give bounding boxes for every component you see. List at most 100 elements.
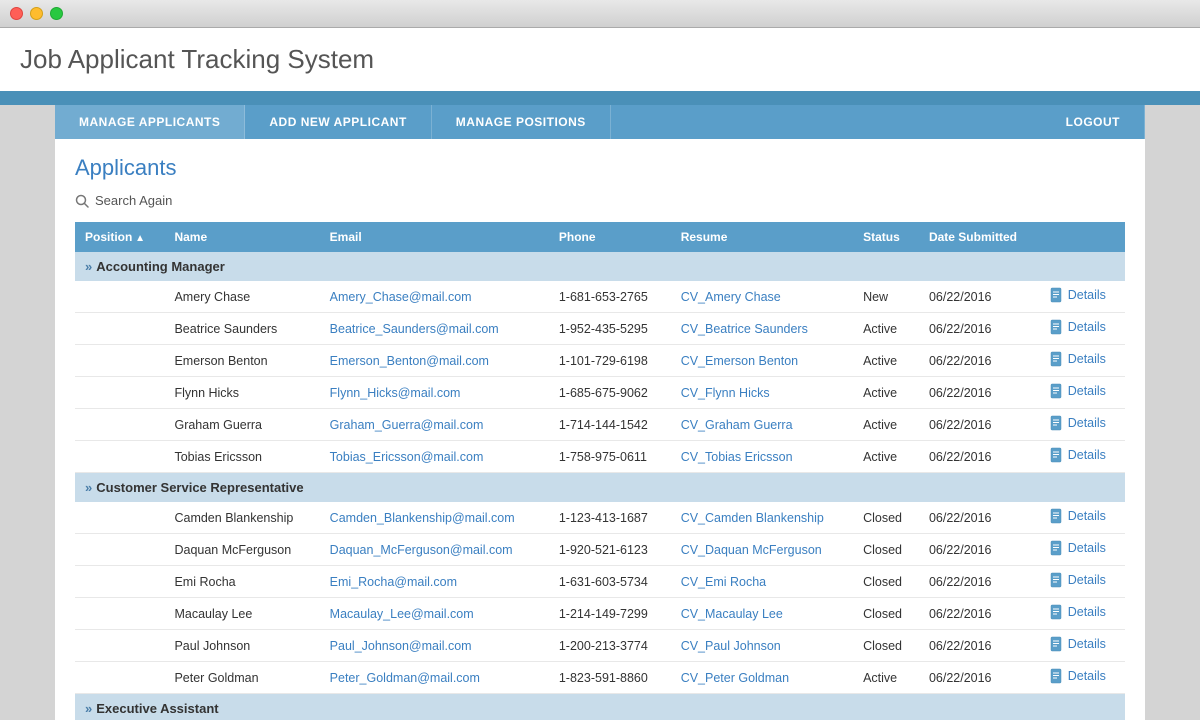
table-row: Peter Goldman Peter_Goldman@mail.com 1-8…	[75, 662, 1125, 694]
cell-name: Peter Goldman	[164, 662, 319, 694]
cell-date: 06/22/2016	[919, 313, 1040, 345]
resume-link[interactable]: CV_Daquan McFerguson	[681, 543, 822, 557]
document-icon	[1050, 287, 1064, 303]
page-content: Applicants Search Again Position Name Em…	[55, 139, 1145, 720]
cell-status: New	[853, 281, 919, 313]
resume-link[interactable]: CV_Beatrice Saunders	[681, 322, 808, 336]
resume-link[interactable]: CV_Emi Rocha	[681, 575, 766, 589]
document-icon	[1050, 604, 1064, 620]
cell-status: Closed	[853, 630, 919, 662]
group-row-executive-assistant[interactable]: »Executive Assistant	[75, 694, 1125, 720]
email-link[interactable]: Flynn_Hicks@mail.com	[330, 386, 461, 400]
cell-position	[75, 409, 164, 441]
resume-link[interactable]: CV_Flynn Hicks	[681, 386, 770, 400]
cell-date: 06/22/2016	[919, 345, 1040, 377]
cell-resume: CV_Tobias Ericsson	[671, 441, 853, 473]
cell-position	[75, 566, 164, 598]
cell-status: Closed	[853, 502, 919, 534]
cell-phone: 1-714-144-1542	[549, 409, 671, 441]
email-link[interactable]: Beatrice_Saunders@mail.com	[330, 322, 499, 336]
nav-manage-applicants[interactable]: MANAGE APPLICANTS	[55, 105, 245, 139]
maximize-button[interactable]	[50, 7, 63, 20]
details-button[interactable]: Details	[1050, 351, 1106, 367]
document-icon	[1050, 415, 1064, 431]
table-row: Camden Blankenship Camden_Blankenship@ma…	[75, 502, 1125, 534]
email-link[interactable]: Macaulay_Lee@mail.com	[330, 607, 474, 621]
resume-link[interactable]: CV_Paul Johnson	[681, 639, 781, 653]
cell-phone: 1-758-975-0611	[549, 441, 671, 473]
cell-resume: CV_Daquan McFerguson	[671, 534, 853, 566]
details-button[interactable]: Details	[1050, 572, 1106, 588]
cell-position	[75, 662, 164, 694]
nav-logout[interactable]: LOGOUT	[1042, 105, 1145, 139]
table-row: Paul Johnson Paul_Johnson@mail.com 1-200…	[75, 630, 1125, 662]
cell-date: 06/22/2016	[919, 281, 1040, 313]
table-row: Flynn Hicks Flynn_Hicks@mail.com 1-685-6…	[75, 377, 1125, 409]
details-button[interactable]: Details	[1050, 415, 1106, 431]
app-title: Job Applicant Tracking System	[20, 44, 1180, 75]
minimize-button[interactable]	[30, 7, 43, 20]
cell-name: Emi Rocha	[164, 566, 319, 598]
details-button[interactable]: Details	[1050, 447, 1106, 463]
cell-phone: 1-681-653-2765	[549, 281, 671, 313]
details-button[interactable]: Details	[1050, 287, 1106, 303]
details-button[interactable]: Details	[1050, 668, 1106, 684]
resume-link[interactable]: CV_Amery Chase	[681, 290, 781, 304]
email-link[interactable]: Emerson_Benton@mail.com	[330, 354, 489, 368]
cell-date: 06/22/2016	[919, 409, 1040, 441]
search-again-link[interactable]: Search Again	[75, 193, 1125, 208]
email-link[interactable]: Tobias_Ericsson@mail.com	[330, 450, 484, 464]
window-body: Job Applicant Tracking System MANAGE APP…	[0, 28, 1200, 720]
cell-details: Details	[1040, 313, 1125, 345]
email-link[interactable]: Paul_Johnson@mail.com	[330, 639, 472, 653]
email-link[interactable]: Graham_Guerra@mail.com	[330, 418, 484, 432]
document-icon	[1050, 383, 1064, 399]
cell-resume: CV_Macaulay Lee	[671, 598, 853, 630]
cell-name: Tobias Ericsson	[164, 441, 319, 473]
cell-email: Beatrice_Saunders@mail.com	[320, 313, 549, 345]
document-icon	[1050, 572, 1064, 588]
details-button[interactable]: Details	[1050, 508, 1106, 524]
resume-link[interactable]: CV_Peter Goldman	[681, 671, 789, 685]
cell-status: Active	[853, 377, 919, 409]
col-position[interactable]: Position	[75, 222, 164, 252]
email-link[interactable]: Emi_Rocha@mail.com	[330, 575, 457, 589]
cell-position	[75, 313, 164, 345]
details-button[interactable]: Details	[1050, 636, 1106, 652]
resume-link[interactable]: CV_Macaulay Lee	[681, 607, 783, 621]
email-link[interactable]: Camden_Blankenship@mail.com	[330, 511, 515, 525]
cell-details: Details	[1040, 409, 1125, 441]
cell-phone: 1-101-729-6198	[549, 345, 671, 377]
cell-email: Graham_Guerra@mail.com	[320, 409, 549, 441]
table-row: Graham Guerra Graham_Guerra@mail.com 1-7…	[75, 409, 1125, 441]
nav-add-new-applicant[interactable]: ADD NEW APPLICANT	[245, 105, 431, 139]
resume-link[interactable]: CV_Camden Blankenship	[681, 511, 824, 525]
cell-status: Active	[853, 409, 919, 441]
resume-link[interactable]: CV_Graham Guerra	[681, 418, 793, 432]
nav-bar: MANAGE APPLICANTS ADD NEW APPLICANT MANA…	[55, 105, 1145, 139]
cell-name: Graham Guerra	[164, 409, 319, 441]
email-link[interactable]: Peter_Goldman@mail.com	[330, 671, 480, 685]
group-arrow-icon: »	[85, 701, 92, 716]
group-row-customer-service-rep[interactable]: »Customer Service Representative	[75, 473, 1125, 503]
search-icon	[75, 194, 89, 208]
col-phone: Phone	[549, 222, 671, 252]
group-arrow-icon: »	[85, 480, 92, 495]
table-row: Emerson Benton Emerson_Benton@mail.com 1…	[75, 345, 1125, 377]
cell-details: Details	[1040, 566, 1125, 598]
details-button[interactable]: Details	[1050, 540, 1106, 556]
cell-resume: CV_Camden Blankenship	[671, 502, 853, 534]
email-link[interactable]: Amery_Chase@mail.com	[330, 290, 472, 304]
cell-email: Emi_Rocha@mail.com	[320, 566, 549, 598]
document-icon	[1050, 319, 1064, 335]
details-button[interactable]: Details	[1050, 604, 1106, 620]
resume-link[interactable]: CV_Tobias Ericsson	[681, 450, 793, 464]
app-header: Job Applicant Tracking System	[0, 28, 1200, 95]
group-row-accounting-manager[interactable]: »Accounting Manager	[75, 252, 1125, 281]
details-button[interactable]: Details	[1050, 319, 1106, 335]
resume-link[interactable]: CV_Emerson Benton	[681, 354, 798, 368]
email-link[interactable]: Daquan_McFerguson@mail.com	[330, 543, 513, 557]
nav-manage-positions[interactable]: MANAGE POSITIONS	[432, 105, 611, 139]
close-button[interactable]	[10, 7, 23, 20]
details-button[interactable]: Details	[1050, 383, 1106, 399]
